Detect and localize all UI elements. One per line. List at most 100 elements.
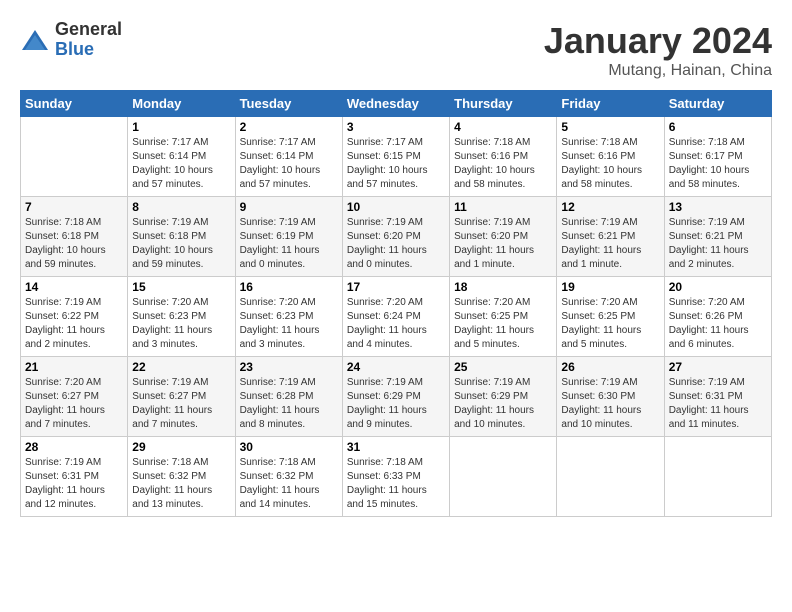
- day-info: Sunrise: 7:18 AM Sunset: 6:32 PM Dayligh…: [132, 456, 230, 512]
- week-row-5: 28Sunrise: 7:19 AM Sunset: 6:31 PM Dayli…: [21, 437, 772, 517]
- empty-cell: [557, 437, 664, 517]
- day-info: Sunrise: 7:19 AM Sunset: 6:21 PM Dayligh…: [561, 216, 659, 272]
- day-number: 5: [561, 120, 659, 134]
- day-number: 21: [25, 360, 123, 374]
- day-cell-26: 26 Sunrise: 7:19 AM Sunset: 6:30 PM Dayli…: [557, 357, 664, 437]
- day-cell-19: 19Sunrise: 7:20 AM Sunset: 6:25 PM Dayli…: [557, 277, 664, 357]
- day-number: 16: [240, 280, 338, 294]
- day-number: 12: [561, 200, 659, 214]
- day-number: 13: [669, 200, 767, 214]
- logo-general: General: [55, 20, 122, 40]
- column-header-saturday: Saturday: [664, 91, 771, 117]
- day-number: 2: [240, 120, 338, 134]
- day-number: 31: [347, 440, 445, 454]
- day-cell-13: 13Sunrise: 7:19 AM Sunset: 6:21 PM Dayli…: [664, 197, 771, 277]
- empty-cell: [21, 117, 128, 197]
- day-number: 27: [669, 360, 767, 374]
- header: General Blue January 2024 Mutang, Hainan…: [20, 20, 772, 80]
- day-number: 14: [25, 280, 123, 294]
- day-info: Sunrise: 7:20 AM Sunset: 6:26 PM Dayligh…: [669, 296, 767, 352]
- day-cell-11: 11 Sunrise: 7:19 AM Sunset: 6:20 PM Dayli…: [450, 197, 557, 277]
- title-block: January 2024 Mutang, Hainan, China: [544, 20, 772, 80]
- day-number: 9: [240, 200, 338, 214]
- day-cell-25: 25Sunrise: 7:19 AM Sunset: 6:29 PM Dayli…: [450, 357, 557, 437]
- calendar-title: January 2024: [544, 20, 772, 62]
- day-number: 4: [454, 120, 552, 134]
- logo: General Blue: [20, 20, 122, 60]
- logo-blue: Blue: [55, 40, 122, 60]
- day-cell-27: 27 Sunrise: 7:19 AM Sunset: 6:31 PM Dayli…: [664, 357, 771, 437]
- day-number: 23: [240, 360, 338, 374]
- day-number: 25: [454, 360, 552, 374]
- week-row-2: 7 Sunrise: 7:18 AM Sunset: 6:18 PM Daylig…: [21, 197, 772, 277]
- day-cell-16: 16Sunrise: 7:20 AM Sunset: 6:23 PM Dayli…: [235, 277, 342, 357]
- day-number: 8: [132, 200, 230, 214]
- day-cell-31: 31Sunrise: 7:18 AM Sunset: 6:33 PM Dayli…: [342, 437, 449, 517]
- day-number: 15: [132, 280, 230, 294]
- day-cell-28: 28Sunrise: 7:19 AM Sunset: 6:31 PM Dayli…: [21, 437, 128, 517]
- day-cell-7: 7 Sunrise: 7:18 AM Sunset: 6:18 PM Daylig…: [21, 197, 128, 277]
- day-cell-5: 5 Sunrise: 7:18 AM Sunset: 6:16 PM Daylig…: [557, 117, 664, 197]
- day-cell-1: 1 Sunrise: 7:17 AM Sunset: 6:14 PM Daylig…: [128, 117, 235, 197]
- column-header-tuesday: Tuesday: [235, 91, 342, 117]
- day-info: Sunrise: 7:19 AM Sunset: 6:19 PM Dayligh…: [240, 216, 338, 272]
- day-cell-10: 10Sunrise: 7:19 AM Sunset: 6:20 PM Dayli…: [342, 197, 449, 277]
- day-number: 1: [132, 120, 230, 134]
- day-info: Sunrise: 7:20 AM Sunset: 6:25 PM Dayligh…: [454, 296, 552, 352]
- day-cell-4: 4 Sunrise: 7:18 AM Sunset: 6:16 PM Daylig…: [450, 117, 557, 197]
- day-number: 22: [132, 360, 230, 374]
- day-info: Sunrise: 7:19 AM Sunset: 6:31 PM Dayligh…: [669, 376, 767, 432]
- week-row-3: 14Sunrise: 7:19 AM Sunset: 6:22 PM Dayli…: [21, 277, 772, 357]
- day-info: Sunrise: 7:20 AM Sunset: 6:23 PM Dayligh…: [132, 296, 230, 352]
- day-info: Sunrise: 7:18 AM Sunset: 6:18 PM Dayligh…: [25, 216, 123, 272]
- day-cell-23: 23Sunrise: 7:19 AM Sunset: 6:28 PM Dayli…: [235, 357, 342, 437]
- day-number: 17: [347, 280, 445, 294]
- day-number: 11: [454, 200, 552, 214]
- day-info: Sunrise: 7:19 AM Sunset: 6:30 PM Dayligh…: [561, 376, 659, 432]
- day-number: 20: [669, 280, 767, 294]
- column-header-thursday: Thursday: [450, 91, 557, 117]
- day-number: 24: [347, 360, 445, 374]
- column-header-friday: Friday: [557, 91, 664, 117]
- day-cell-24: 24Sunrise: 7:19 AM Sunset: 6:29 PM Dayli…: [342, 357, 449, 437]
- day-cell-17: 17 Sunrise: 7:20 AM Sunset: 6:24 PM Dayli…: [342, 277, 449, 357]
- day-cell-29: 29 Sunrise: 7:18 AM Sunset: 6:32 PM Dayli…: [128, 437, 235, 517]
- logo-text: General Blue: [55, 20, 122, 60]
- header-row: SundayMondayTuesdayWednesdayThursdayFrid…: [21, 91, 772, 117]
- page: General Blue January 2024 Mutang, Hainan…: [0, 0, 792, 612]
- day-number: 26: [561, 360, 659, 374]
- day-number: 28: [25, 440, 123, 454]
- day-number: 30: [240, 440, 338, 454]
- day-cell-18: 18Sunrise: 7:20 AM Sunset: 6:25 PM Dayli…: [450, 277, 557, 357]
- day-info: Sunrise: 7:18 AM Sunset: 6:17 PM Dayligh…: [669, 136, 767, 192]
- day-number: 6: [669, 120, 767, 134]
- day-cell-6: 6 Sunrise: 7:18 AM Sunset: 6:17 PM Daylig…: [664, 117, 771, 197]
- day-info: Sunrise: 7:18 AM Sunset: 6:32 PM Dayligh…: [240, 456, 338, 512]
- day-info: Sunrise: 7:19 AM Sunset: 6:18 PM Dayligh…: [132, 216, 230, 272]
- day-cell-8: 8 Sunrise: 7:19 AM Sunset: 6:18 PM Daylig…: [128, 197, 235, 277]
- empty-cell: [450, 437, 557, 517]
- day-info: Sunrise: 7:19 AM Sunset: 6:27 PM Dayligh…: [132, 376, 230, 432]
- day-cell-3: 3Sunrise: 7:17 AM Sunset: 6:15 PM Daylig…: [342, 117, 449, 197]
- day-info: Sunrise: 7:19 AM Sunset: 6:20 PM Dayligh…: [454, 216, 552, 272]
- calendar-table: SundayMondayTuesdayWednesdayThursdayFrid…: [20, 90, 772, 517]
- day-info: Sunrise: 7:19 AM Sunset: 6:20 PM Dayligh…: [347, 216, 445, 272]
- day-cell-12: 12 Sunrise: 7:19 AM Sunset: 6:21 PM Dayli…: [557, 197, 664, 277]
- day-info: Sunrise: 7:18 AM Sunset: 6:16 PM Dayligh…: [561, 136, 659, 192]
- day-cell-30: 30 Sunrise: 7:18 AM Sunset: 6:32 PM Dayli…: [235, 437, 342, 517]
- day-info: Sunrise: 7:20 AM Sunset: 6:24 PM Dayligh…: [347, 296, 445, 352]
- day-number: 7: [25, 200, 123, 214]
- day-info: Sunrise: 7:18 AM Sunset: 6:16 PM Dayligh…: [454, 136, 552, 192]
- day-cell-21: 21Sunrise: 7:20 AM Sunset: 6:27 PM Dayli…: [21, 357, 128, 437]
- column-header-monday: Monday: [128, 91, 235, 117]
- day-number: 29: [132, 440, 230, 454]
- day-number: 19: [561, 280, 659, 294]
- week-row-4: 21Sunrise: 7:20 AM Sunset: 6:27 PM Dayli…: [21, 357, 772, 437]
- day-cell-22: 22 Sunrise: 7:19 AM Sunset: 6:27 PM Dayli…: [128, 357, 235, 437]
- day-info: Sunrise: 7:17 AM Sunset: 6:14 PM Dayligh…: [240, 136, 338, 192]
- day-cell-14: 14Sunrise: 7:19 AM Sunset: 6:22 PM Dayli…: [21, 277, 128, 357]
- column-header-sunday: Sunday: [21, 91, 128, 117]
- day-info: Sunrise: 7:17 AM Sunset: 6:14 PM Dayligh…: [132, 136, 230, 192]
- day-info: Sunrise: 7:17 AM Sunset: 6:15 PM Dayligh…: [347, 136, 445, 192]
- day-cell-9: 9 Sunrise: 7:19 AM Sunset: 6:19 PM Daylig…: [235, 197, 342, 277]
